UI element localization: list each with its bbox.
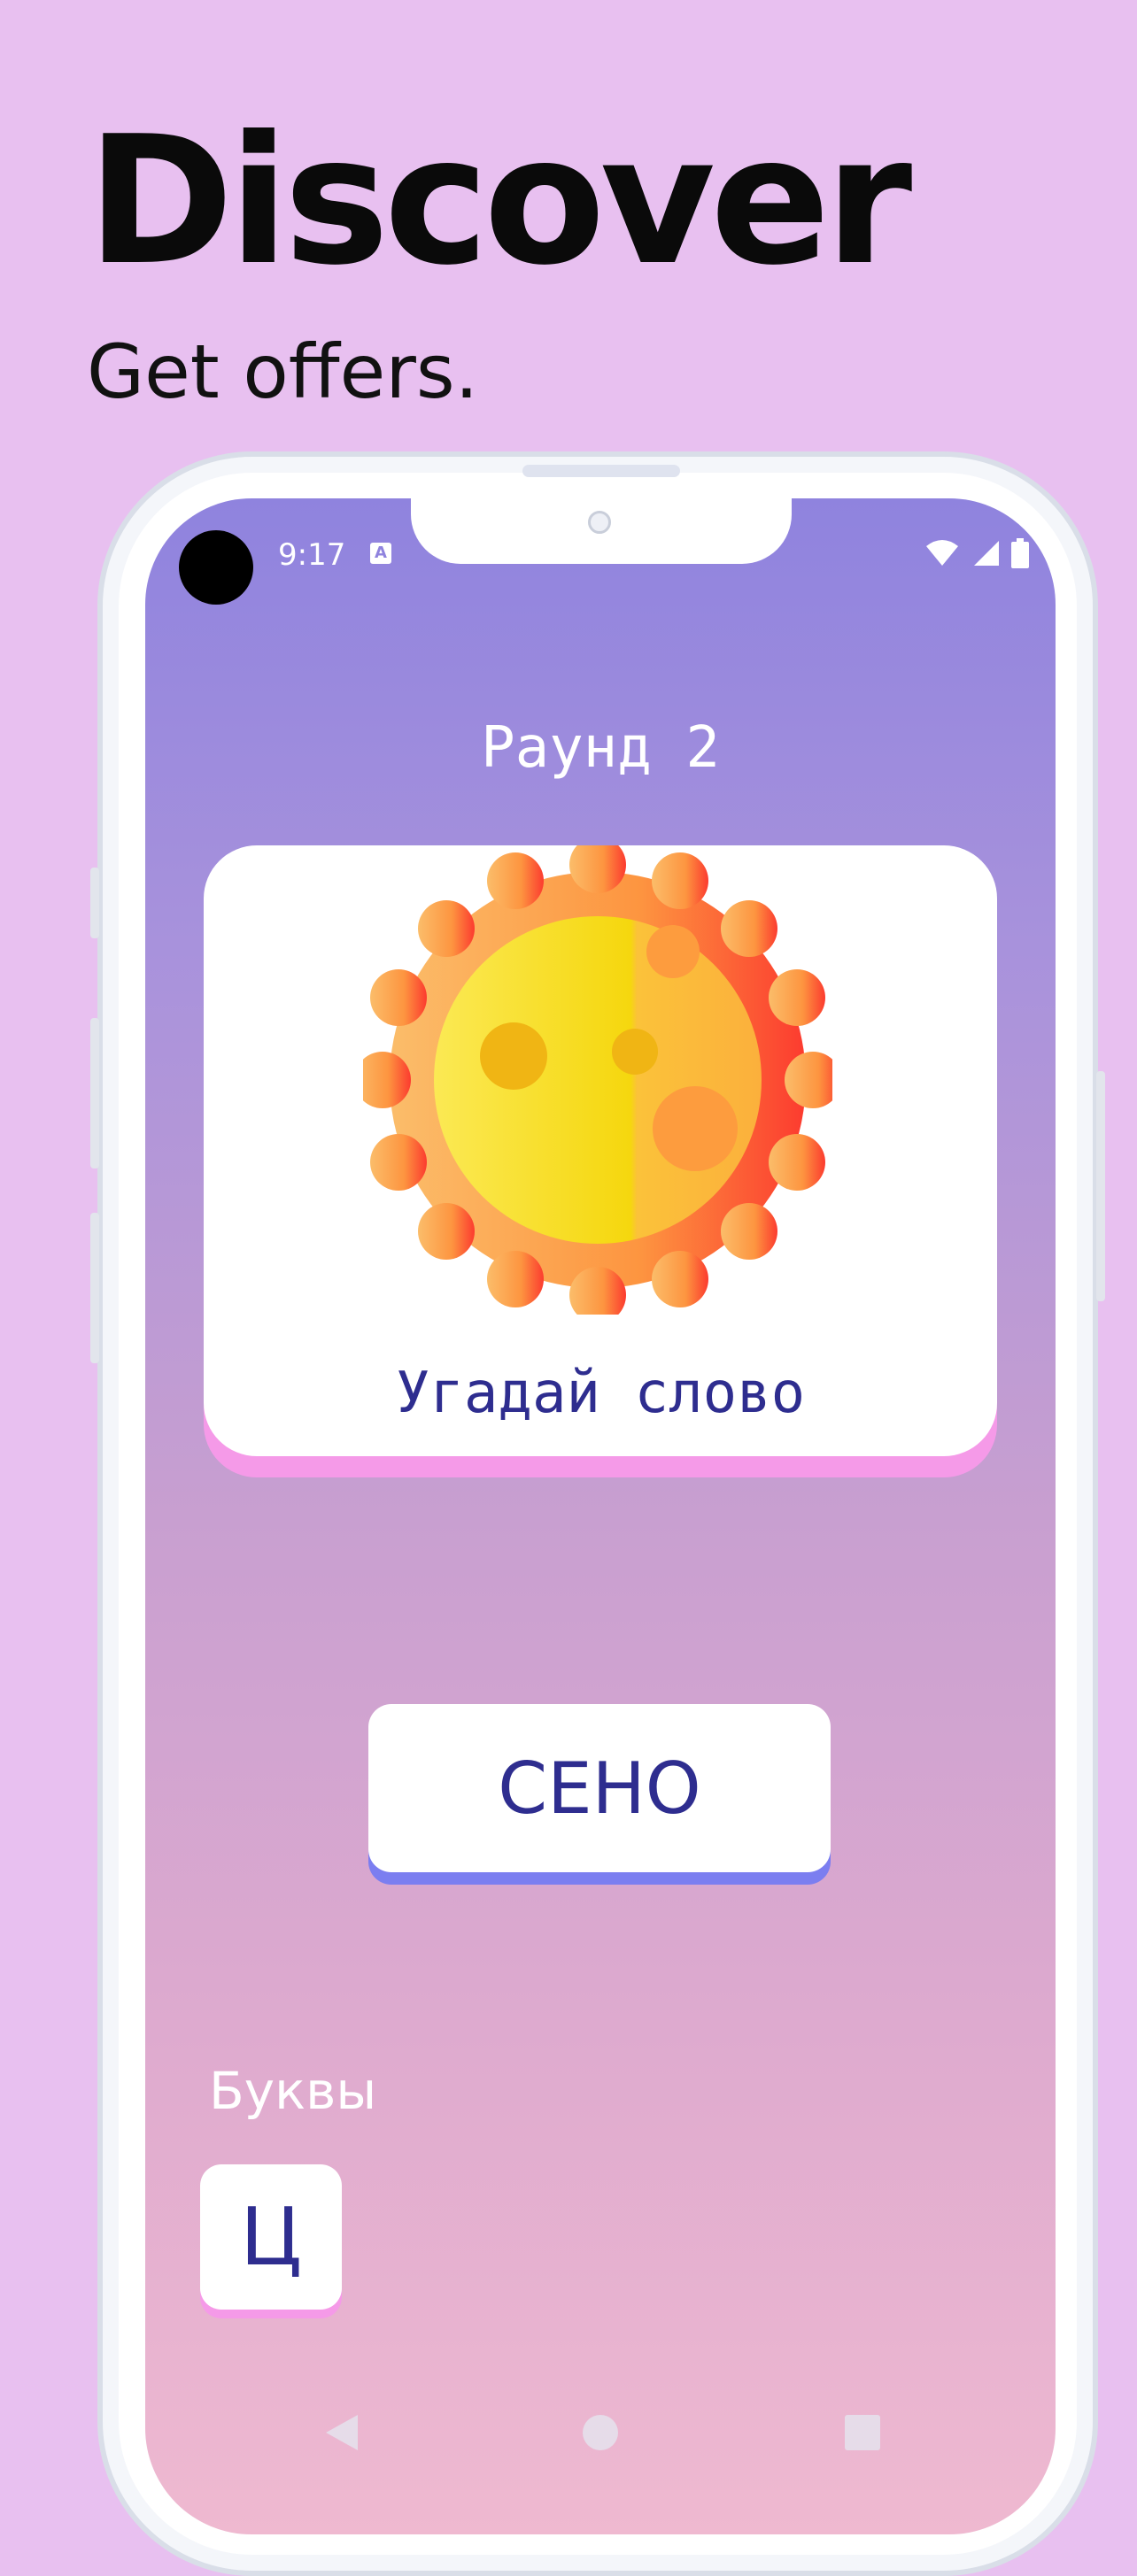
card-caption: Угадай слово: [395, 1361, 806, 1426]
promo-subheadline: Get offers.: [87, 328, 479, 415]
letters-label: Буквы: [209, 2061, 377, 2121]
phone-side-button: [90, 868, 99, 938]
status-time: 9:17: [278, 537, 346, 573]
home-icon[interactable]: [574, 2406, 627, 2459]
phone-side-button: [90, 1018, 99, 1168]
round-title: Раунд 2: [481, 715, 720, 781]
notification-icon: A: [370, 543, 391, 564]
letter-tile[interactable]: Ц: [200, 2164, 342, 2310]
answer-box[interactable]: СЕНО: [368, 1704, 831, 1872]
word-card: Угадай слово: [204, 845, 997, 1456]
sun-icon: [363, 845, 832, 1315]
recents-icon[interactable]: [836, 2406, 889, 2459]
front-camera: [588, 511, 611, 534]
battery-icon: [1011, 538, 1029, 568]
back-icon[interactable]: [315, 2406, 368, 2459]
wifi-icon: [926, 540, 958, 566]
app-screen: 9:17 A Раунд 2 Угадай слово СЕНО Буквы Ц: [145, 498, 1056, 2534]
system-nav-bar: [145, 2406, 1056, 2477]
signal-icon: [974, 541, 999, 566]
status-icons: [924, 537, 1029, 569]
phone-speaker: [522, 465, 680, 477]
phone-side-button: [1096, 1071, 1105, 1301]
phone-side-button: [90, 1213, 99, 1363]
camera-cutout: [179, 530, 253, 605]
promo-headline: Discover: [87, 98, 912, 305]
